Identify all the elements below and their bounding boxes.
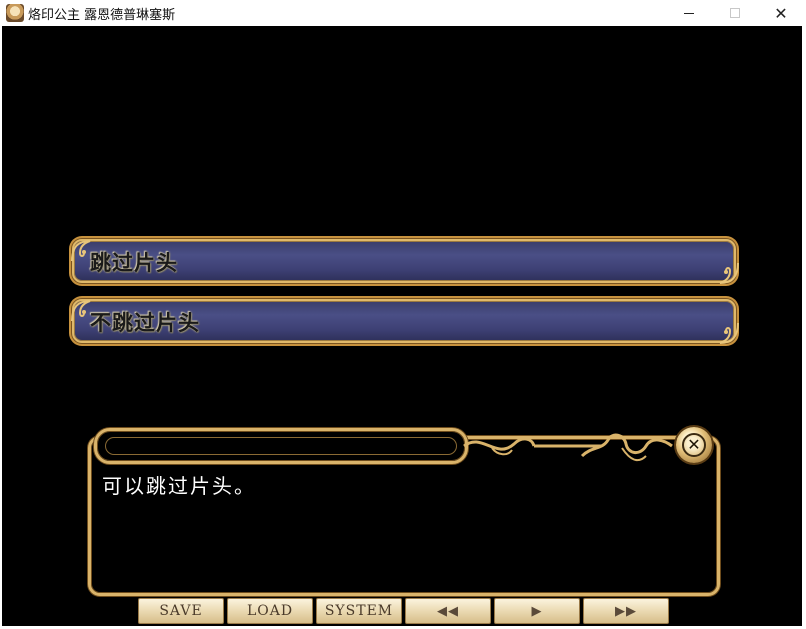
save-button[interactable]: SAVE [138,598,224,624]
maximize-button[interactable] [712,0,758,26]
close-icon: ✕ [682,433,706,457]
game-viewport: 跳过片头 不跳过片头 ✕ 可以跳过片头。 SAVE LOAD SYSTEM ◀◀… [2,26,802,626]
rewind-button[interactable]: ◀◀ [405,598,491,624]
name-plate-frame [105,437,457,455]
play-button[interactable]: ▶ [494,598,580,624]
message-close-button[interactable]: ✕ [676,427,712,463]
maximize-icon [730,8,740,18]
minimize-icon [684,12,694,14]
system-button[interactable]: SYSTEM [316,598,402,624]
rewind-icon: ◀◀ [437,603,459,619]
choice-label: 不跳过片头 [90,310,200,335]
choice-no-skip-opening[interactable]: 不跳过片头 [71,299,739,344]
play-icon: ▶ [531,603,543,619]
close-window-button[interactable]: ✕ [758,0,804,26]
corner-ornament-icon [719,322,739,344]
fast-forward-icon: ▶▶ [615,603,637,619]
app-icon [6,4,24,22]
dialogue-text: 可以跳过片头。 [102,474,256,498]
bottom-toolbar: SAVE LOAD SYSTEM ◀◀ ▶ ▶▶ [138,598,669,624]
load-button[interactable]: LOAD [227,598,313,624]
window-title: 烙印公主 露恩德普琳塞斯 [28,8,176,23]
minimize-button[interactable] [666,0,712,26]
window-titlebar: 烙印公主 露恩德普琳塞斯 ✕ [0,0,806,26]
speaker-name-plate [94,428,468,464]
vine-ornament-icon [463,433,673,462]
fast-forward-button[interactable]: ▶▶ [583,598,669,624]
choice-label: 跳过片头 [90,250,178,275]
corner-ornament-icon [719,262,739,284]
close-icon: ✕ [774,3,788,23]
choice-skip-opening[interactable]: 跳过片头 [71,239,739,284]
